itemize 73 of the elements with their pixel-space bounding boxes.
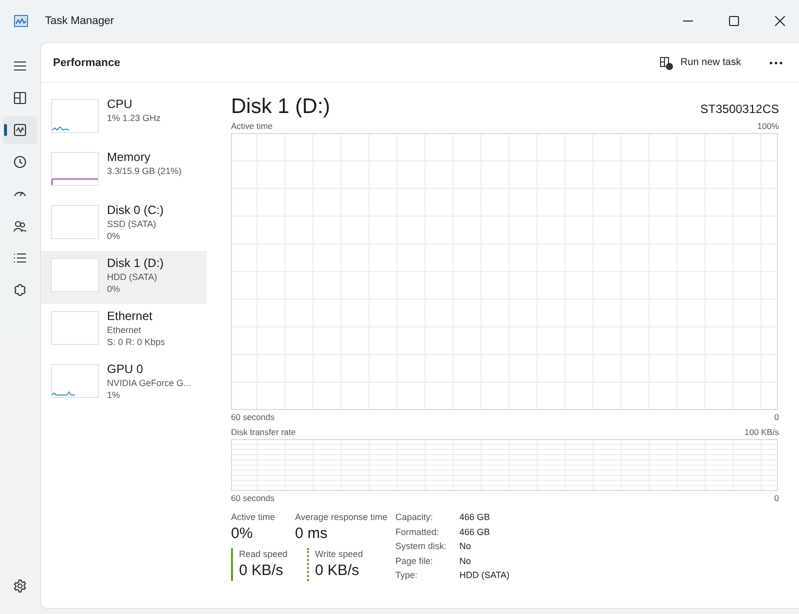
device-name: Ethernet [107,309,154,324]
device-name: GPU 0 [107,362,144,377]
axis-max-label: 100 KB/s [744,427,779,438]
axis-min-label: 0 [774,412,779,423]
axis-max-label: 100% [757,121,779,132]
device-name: Disk 1 (D:) [107,256,164,271]
device-detail: 0% [107,230,122,242]
stat-value: 0 KB/s [315,561,360,581]
stat-value: 0 ms [295,524,329,544]
disk-model: ST3500312CS [700,102,779,116]
users-icon [13,219,27,233]
axis-min-label: 0 [774,493,779,504]
property-label: Page file: [395,554,434,568]
device-item[interactable]: CPU 1% 1.23 GHz [41,92,207,145]
device-item[interactable]: Memory 3.3/15.9 GB (21%) [41,145,207,198]
more-icon [769,60,783,64]
property-label: Type: [395,569,418,582]
device-detail: 1% 1.23 GHz [107,112,161,124]
device-detail: 1% [107,389,122,401]
time-span-label: 60 seconds [231,412,274,423]
chart-label: Disk transfer rate [231,427,296,438]
chart-label: Active time [231,121,273,132]
property-label: Formatted: [395,526,440,538]
device-detail: 0% [107,283,122,295]
property-value: No [459,540,472,553]
device-name: Disk 0 (C:) [107,203,164,218]
usage-thumbnail [51,99,99,133]
stat-label: Write speed [315,548,364,561]
stat-value: 0% [231,524,254,544]
property-value: HDD (SATA) [459,569,510,582]
disk-title: Disk 1 (D:) [231,95,330,119]
device-item[interactable]: Disk 1 (D:) HDD (SATA) 0% [41,251,207,304]
usage-thumbnail [51,258,99,292]
clock-icon [13,155,27,169]
usage-thumbnail [51,364,99,398]
stat-label: Read speed [239,548,289,561]
grid-icon [13,91,27,105]
run-new-task-button[interactable]: Run new task [651,50,749,76]
device-name: Memory [107,150,152,165]
usage-thumbnail [51,152,99,186]
device-detail: 3.3/15.9 GB (21%) [107,165,182,177]
stat-label: Average response time [295,511,388,524]
chart-icon [13,123,27,137]
device-item[interactable]: GPU 0 NVIDIA GeForce G... 1% [41,357,207,410]
time-span-label: 60 seconds [231,493,274,504]
property-label: System disk: [395,540,448,553]
puzzle-icon [13,283,27,297]
device-detail: NVIDIA GeForce G... [107,377,192,389]
window-title: Task Manager [45,15,114,27]
list-icon [13,251,27,265]
property-label: Capacity: [395,511,434,524]
page-title: Performance [53,56,120,68]
property-value: No [459,554,472,568]
menu-icon [13,59,27,73]
close-icon[interactable] [775,16,785,26]
device-item[interactable]: Ethernet Ethernet S: 0 R: 0 Kbps [41,304,207,357]
stat-value: 0 KB/s [239,561,284,581]
device-item[interactable]: Disk 0 (C:) SSD (SATA) 0% [41,198,207,251]
maximize-icon[interactable] [729,16,739,26]
device-name: CPU [107,97,134,112]
device-detail: S: 0 R: 0 Kbps [107,336,166,348]
nav-button[interactable] [3,116,37,144]
stat-label: Active time [231,511,276,524]
task-icon [659,56,674,70]
app-icon [14,15,28,27]
usage-thumbnail [51,311,99,345]
property-value: 466 GB [459,526,491,538]
property-value: 466 GB [459,511,491,524]
usage-thumbnail [51,205,99,239]
device-detail: SSD (SATA) [107,218,158,230]
device-detail: HDD (SATA) [107,271,158,283]
device-detail: Ethernet [107,324,142,336]
settings-icon[interactable] [13,579,27,593]
